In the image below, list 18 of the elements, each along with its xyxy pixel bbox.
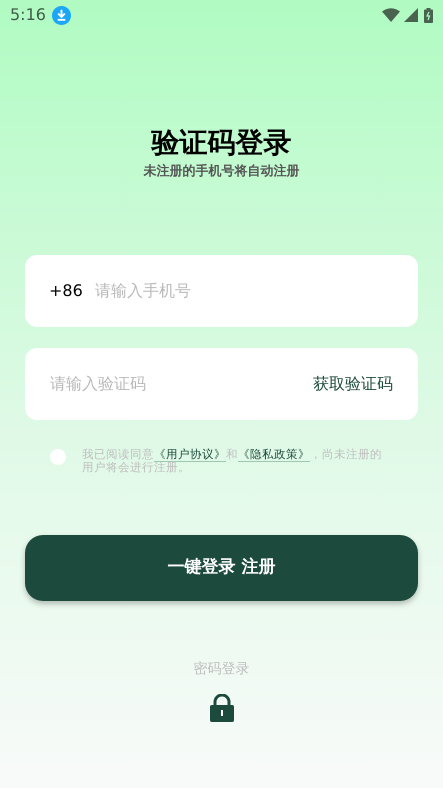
get-code-button[interactable]: 获取验证码: [313, 372, 393, 396]
code-field[interactable]: 请输入验证码: [50, 372, 313, 396]
lock-icon[interactable]: [210, 694, 234, 722]
login-button[interactable]: 一键登录 注册: [25, 535, 418, 601]
wifi-icon: [382, 8, 400, 22]
agreement-checkbox[interactable]: [50, 449, 66, 465]
page-title: 验证码登录: [152, 125, 292, 161]
battery-icon: [424, 8, 433, 22]
user-agreement-link[interactable]: 《用户协议》: [154, 447, 226, 462]
download-icon: [52, 6, 71, 24]
country-code[interactable]: +86: [49, 279, 83, 303]
agreement-text: 我已阅读同意《用户协议》和《隐私政策》，尚未注册的用户将会进行注册。: [82, 448, 383, 474]
phone-field[interactable]: +86 请输入手机号: [25, 255, 418, 327]
phone-number-field[interactable]: 请输入手机号: [94, 279, 394, 303]
signal-icon: [404, 8, 418, 22]
privacy-policy-link[interactable]: 《隐私政策》: [238, 447, 310, 462]
page-subtitle: 未注册的手机号将自动注册: [144, 163, 300, 181]
status-time: 5:16: [10, 4, 46, 26]
